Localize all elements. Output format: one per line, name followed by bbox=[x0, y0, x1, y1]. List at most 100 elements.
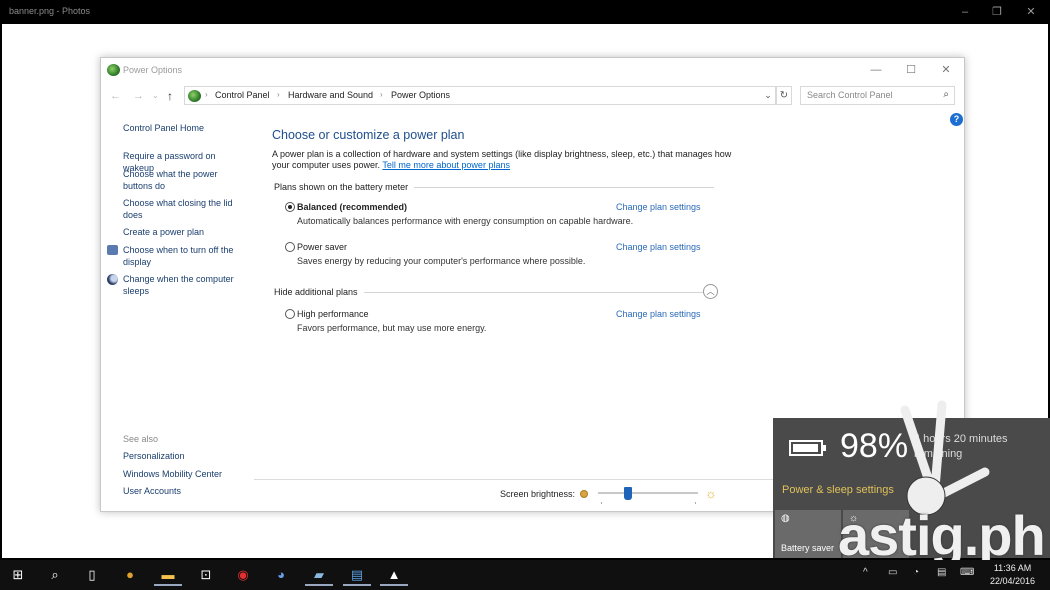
sidebar-item-computer-sleeps[interactable]: Change when the computer sleeps bbox=[123, 274, 243, 297]
taskbar-red-app[interactable]: ◉ bbox=[225, 564, 261, 586]
taskbar-outlook[interactable]: ▤ bbox=[339, 564, 375, 586]
window-maximize-button[interactable]: ☐ bbox=[894, 61, 928, 79]
change-plan-settings-power-saver[interactable]: Change plan settings bbox=[616, 242, 701, 252]
control-panel-icon bbox=[188, 90, 201, 102]
battery-level-fill bbox=[793, 444, 818, 452]
watermark-logo-icon bbox=[880, 400, 1010, 520]
taskbar-clock[interactable]: 11:36 AM 22/04/2016 bbox=[990, 562, 1035, 588]
change-plan-settings-balanced[interactable]: Change plan settings bbox=[616, 202, 701, 212]
start-button[interactable]: ⊞ bbox=[0, 564, 36, 586]
battery-saver-label: Battery saver bbox=[781, 543, 834, 553]
brightness-slider-track[interactable] bbox=[598, 492, 698, 494]
clock-time: 11:36 AM bbox=[990, 562, 1035, 575]
taskbar: ⊞ ⌕ ▯ ● ▬ ⊡ ◉ ◕ ▰ ▤ ▲ ^ ▭ ◔ ▤ ⌨ 11:36 AM… bbox=[0, 560, 1050, 590]
taskbar-photos[interactable]: ▲ bbox=[376, 564, 412, 586]
plan-description-balanced: Automatically balances performance with … bbox=[297, 216, 633, 226]
battery-saver-tile[interactable]: ◍ Battery saver bbox=[775, 510, 841, 558]
breadcrumb-power-options[interactable]: Power Options bbox=[391, 90, 450, 100]
sidebar-item-display-off[interactable]: Choose when to turn off the display bbox=[123, 245, 243, 268]
back-button[interactable]: ← bbox=[110, 87, 121, 105]
see-also-personalization[interactable]: Personalization bbox=[123, 451, 248, 463]
see-also-mobility-center[interactable]: Windows Mobility Center bbox=[123, 469, 248, 481]
display-icon bbox=[107, 245, 118, 255]
outlook-icon: ▤ bbox=[351, 567, 363, 582]
watermark-text: astig.ph bbox=[838, 508, 1045, 564]
collapse-chevron-icon[interactable]: ︿ bbox=[703, 284, 718, 299]
photos-icon: ▲ bbox=[388, 567, 401, 582]
forward-button[interactable]: → bbox=[133, 87, 144, 105]
tray-wifi-icon[interactable]: ◔ bbox=[913, 567, 919, 578]
search-icon[interactable]: ⌕ bbox=[943, 89, 949, 100]
plans-group-label: Plans shown on the battery meter bbox=[274, 182, 414, 192]
plan-radio-power-saver[interactable] bbox=[285, 242, 295, 252]
search-input[interactable]: Search Control Panel ⌕ bbox=[800, 86, 955, 105]
breadcrumb-separator: › bbox=[380, 90, 383, 99]
photos-restore-button[interactable]: ❐ bbox=[982, 4, 1012, 20]
desktop: banner.png - Photos – ❐ ✕ Power Options … bbox=[0, 0, 1050, 590]
clock-date: 22/04/2016 bbox=[990, 575, 1035, 588]
address-bar[interactable]: › Control Panel › Hardware and Sound › P… bbox=[184, 86, 776, 105]
tray-battery-icon[interactable]: ▭ bbox=[888, 567, 897, 578]
running-indicator bbox=[380, 584, 408, 586]
brightness-low-icon bbox=[580, 490, 588, 498]
page-description: A power plan is a collection of hardware… bbox=[272, 149, 732, 171]
tray-overflow-chevron-icon[interactable]: ^ bbox=[863, 567, 868, 578]
file-explorer-icon: ▬ bbox=[162, 567, 175, 582]
page-title: Choose or customize a power plan bbox=[272, 128, 464, 142]
window-title: Power Options bbox=[123, 65, 182, 75]
plan-radio-high-performance[interactable] bbox=[285, 309, 295, 319]
plan-description-high-performance: Favors performance, but may use more ene… bbox=[297, 323, 486, 333]
window-minimize-button[interactable]: — bbox=[859, 61, 893, 79]
brightness-high-icon: ☼ bbox=[705, 486, 717, 501]
see-also-heading: See also bbox=[123, 434, 158, 444]
plan-radio-balanced[interactable] bbox=[285, 202, 295, 212]
power-sleep-settings-link[interactable]: Power & sleep settings bbox=[782, 484, 894, 496]
address-dropdown-icon[interactable]: ⌄ bbox=[761, 87, 775, 104]
plan-name-high-performance[interactable]: High performance bbox=[297, 309, 369, 319]
refresh-button[interactable]: ↻ bbox=[776, 86, 792, 105]
taskbar-file-explorer[interactable]: ▬ bbox=[150, 564, 186, 586]
taskbar-blue-app[interactable]: ◕ bbox=[263, 564, 299, 586]
action-center-icon[interactable]: ▤ bbox=[937, 567, 946, 578]
window-close-button[interactable]: ✕ bbox=[929, 61, 963, 79]
photos-title: banner.png - Photos bbox=[9, 6, 90, 16]
screen-brightness-label: Screen brightness: bbox=[500, 489, 575, 499]
task-view-button[interactable]: ▯ bbox=[74, 564, 110, 586]
help-icon[interactable]: ? bbox=[950, 113, 963, 126]
change-plan-settings-high-performance[interactable]: Change plan settings bbox=[616, 309, 701, 319]
taskbar-search-button[interactable]: ⌕ bbox=[37, 564, 73, 586]
plan-description-power-saver: Saves energy by reducing your computer's… bbox=[297, 256, 585, 266]
brightness-slider-thumb[interactable] bbox=[624, 487, 632, 500]
breadcrumb-control-panel[interactable]: Control Panel bbox=[215, 90, 270, 100]
photos-minimize-button[interactable]: – bbox=[950, 4, 980, 20]
running-indicator bbox=[154, 584, 182, 586]
hide-additional-plans-label[interactable]: Hide additional plans bbox=[274, 287, 364, 297]
breadcrumb-separator: › bbox=[277, 90, 280, 99]
sleep-moon-icon bbox=[107, 274, 118, 285]
plan-name-balanced[interactable]: Balanced (recommended) bbox=[297, 202, 407, 212]
learn-more-link[interactable]: Tell me more about power plans bbox=[382, 160, 510, 170]
photos-close-button[interactable]: ✕ bbox=[1016, 4, 1046, 20]
sidebar-control-panel-home[interactable]: Control Panel Home bbox=[123, 123, 248, 135]
running-indicator bbox=[305, 584, 333, 586]
slider-tick bbox=[601, 502, 602, 504]
sidebar-item-create-plan[interactable]: Create a power plan bbox=[123, 227, 248, 239]
taskbar-chrome[interactable]: ● bbox=[112, 564, 148, 586]
breadcrumb-hardware-and-sound[interactable]: Hardware and Sound bbox=[288, 90, 373, 100]
plan-name-power-saver[interactable]: Power saver bbox=[297, 242, 347, 252]
notepad-icon: ▰ bbox=[314, 567, 324, 582]
taskbar-notepad[interactable]: ▰ bbox=[301, 564, 337, 586]
running-indicator bbox=[343, 584, 371, 586]
sidebar-item-power-buttons[interactable]: Choose what the power buttons do bbox=[123, 169, 228, 192]
battery-icon bbox=[789, 440, 823, 456]
taskbar-store[interactable]: ⊡ bbox=[188, 564, 224, 586]
sidebar-item-closing-lid[interactable]: Choose what closing the lid does bbox=[123, 198, 241, 221]
watermark-stroke bbox=[935, 405, 942, 488]
see-also-user-accounts[interactable]: User Accounts bbox=[123, 486, 248, 498]
touch-keyboard-icon[interactable]: ⌨ bbox=[960, 567, 974, 578]
power-options-app-icon bbox=[107, 64, 120, 76]
up-button[interactable]: ↑ bbox=[167, 87, 173, 105]
recent-locations-button[interactable]: ⌄ bbox=[152, 87, 159, 105]
slider-tick bbox=[695, 502, 696, 504]
battery-saver-icon: ◍ bbox=[781, 513, 790, 524]
